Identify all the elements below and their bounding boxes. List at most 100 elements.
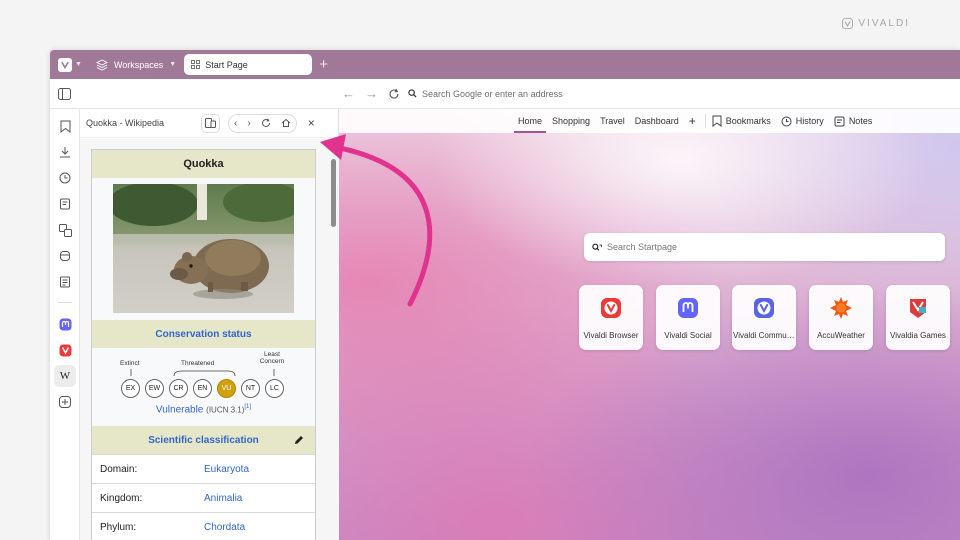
forward-chevron-icon[interactable]: › xyxy=(247,118,250,129)
reading-list-icon[interactable] xyxy=(57,248,73,264)
tab-title: Start Page xyxy=(205,59,248,70)
status-ew: EW xyxy=(145,379,164,398)
scrollbar-thumb[interactable] xyxy=(331,159,336,227)
iucn-source[interactable]: (IUCN 3.1) xyxy=(206,405,244,414)
wikipedia-icon[interactable]: W xyxy=(54,365,76,387)
speed-dial-label: Vivaldi Community xyxy=(733,331,795,340)
pencil-icon[interactable] xyxy=(294,435,304,445)
close-icon[interactable]: × xyxy=(308,116,315,130)
taxonomy-row: Kingdom: Animalia xyxy=(92,483,315,512)
web-panel-nav-group: ‹ › xyxy=(228,113,297,133)
taxonomy-value[interactable]: Animalia xyxy=(204,493,242,504)
speed-dial-accuweather[interactable]: AccuWeather xyxy=(809,285,873,350)
mobile-view-button[interactable] xyxy=(201,113,220,133)
bookmarks-label: Bookmarks xyxy=(725,116,771,126)
nav-dashboard[interactable]: Dashboard xyxy=(630,109,684,133)
status-ex: EX xyxy=(121,379,140,398)
reference-link[interactable]: [1] xyxy=(244,404,251,410)
notes-icon[interactable] xyxy=(57,196,73,212)
search-icon xyxy=(408,89,417,98)
vivaldi-icon[interactable] xyxy=(57,342,73,358)
taxonomy-row: Phylum: Chordata xyxy=(92,512,315,540)
status-nt: NT xyxy=(241,379,260,398)
chevron-down-icon: ▼ xyxy=(75,61,82,68)
scale-brackets xyxy=(130,369,275,377)
tab-start-page[interactable]: Start Page xyxy=(184,54,313,75)
nav-shopping[interactable]: Shopping xyxy=(547,109,595,133)
add-group-button[interactable]: + xyxy=(684,109,701,133)
nav-travel[interactable]: Travel xyxy=(595,109,630,133)
taxonomy-row: Domain: Eukaryota xyxy=(92,454,315,483)
history-icon[interactable] xyxy=(57,170,73,186)
taxonomy-rank: Phylum: xyxy=(100,521,137,533)
taxonomy-rank: Domain: xyxy=(100,463,138,475)
classification-link[interactable]: Scientific classification xyxy=(148,435,259,446)
workspaces-button[interactable]: Workspaces ▼ xyxy=(95,58,176,71)
nav-home[interactable]: Home xyxy=(513,109,547,133)
status-lc: LC xyxy=(265,379,284,398)
download-icon[interactable] xyxy=(57,144,73,160)
add-web-panel-icon[interactable] xyxy=(57,394,73,410)
vivaldi-menu-button[interactable]: ▼ xyxy=(54,55,86,75)
tasks-icon[interactable] xyxy=(57,274,73,290)
vivaldi-icon xyxy=(600,297,622,319)
history-label: History xyxy=(795,116,824,126)
wikipedia-infobox: Quokka Conservation status Extinct Threa… xyxy=(91,149,316,540)
vivaldi-logo-icon xyxy=(58,57,72,72)
divider xyxy=(58,302,72,303)
back-arrow-icon[interactable]: ← xyxy=(342,86,355,101)
notes-link[interactable]: Notes xyxy=(834,116,873,127)
address-placeholder: Search Google or enter an address xyxy=(422,88,563,99)
notes-label: Notes xyxy=(848,116,873,126)
taxonomy-rank: Kingdom: xyxy=(100,492,143,504)
start-page-nav: Home Shopping Travel Dashboard + Bookmar… xyxy=(339,109,960,133)
speed-dial-vivaldia-games[interactable]: Vivaldia Games xyxy=(886,285,950,350)
tab-bar: ▼ Workspaces ▼ Start Page + xyxy=(50,50,960,79)
vulnerable-link[interactable]: Vulnerable xyxy=(156,404,203,415)
status-text: Vulnerable (IUCN 3.1)[1] xyxy=(92,404,315,415)
startpage-search-input[interactable]: Search Startpage xyxy=(584,233,945,261)
panel-toggle-button[interactable] xyxy=(50,87,78,100)
navigation-buttons: ← → xyxy=(342,86,400,101)
search-placeholder: Search Startpage xyxy=(607,242,678,252)
status-en: EN xyxy=(193,379,212,398)
bookmarks-link[interactable]: Bookmarks xyxy=(712,115,771,127)
vivaldi-brand: VIVALDI xyxy=(842,18,910,29)
web-panel-title: Quokka - Wikipedia xyxy=(86,118,165,128)
vivaldia-games-icon xyxy=(907,297,929,319)
bookmark-icon[interactable] xyxy=(57,118,73,134)
back-chevron-icon[interactable]: ‹ xyxy=(234,118,237,129)
divider xyxy=(704,114,706,128)
bookmark-icon xyxy=(712,115,722,127)
speed-dial-label: Vivaldi Social xyxy=(664,331,712,340)
sidebar-toggle-icon xyxy=(57,87,71,100)
home-icon[interactable] xyxy=(281,118,291,128)
history-icon xyxy=(781,116,792,126)
speed-dial-vivaldi-social[interactable]: Vivaldi Social xyxy=(656,285,720,350)
layers-icon xyxy=(95,58,108,71)
speed-dial-vivaldi-browser[interactable]: Vivaldi Browser xyxy=(579,285,643,350)
search-icon xyxy=(592,243,602,251)
new-tab-button[interactable]: + xyxy=(319,57,328,72)
reload-icon[interactable] xyxy=(388,88,400,100)
speed-dial-vivaldi-community[interactable]: Vivaldi Community xyxy=(732,285,796,350)
forward-arrow-icon[interactable]: → xyxy=(365,86,378,101)
speed-dial-label: Vivaldi Browser xyxy=(583,331,639,340)
mastodon-icon[interactable] xyxy=(57,316,73,332)
notes-icon xyxy=(834,116,845,126)
taxonomy-value[interactable]: Chordata xyxy=(204,522,245,533)
history-link[interactable]: History xyxy=(781,116,824,127)
vivaldi-community-icon xyxy=(753,297,775,319)
vivaldi-logo-icon xyxy=(842,18,854,29)
reload-icon[interactable] xyxy=(261,118,271,128)
side-panel-bar: W xyxy=(50,109,80,540)
browser-window: ▼ Workspaces ▼ Start Page + ← → Search G… xyxy=(50,50,960,540)
translate-icon[interactable] xyxy=(57,222,73,238)
speed-dial-label: Vivaldia Games xyxy=(890,331,946,340)
workspaces-label: Workspaces xyxy=(113,59,164,70)
taxonomy-value[interactable]: Eukaryota xyxy=(204,464,249,475)
address-bar: ← → Search Google or enter an address xyxy=(50,79,960,109)
status-vu: VU xyxy=(217,379,236,398)
conservation-status-heading[interactable]: Conservation status xyxy=(92,320,315,348)
address-input[interactable]: Search Google or enter an address xyxy=(408,83,948,105)
